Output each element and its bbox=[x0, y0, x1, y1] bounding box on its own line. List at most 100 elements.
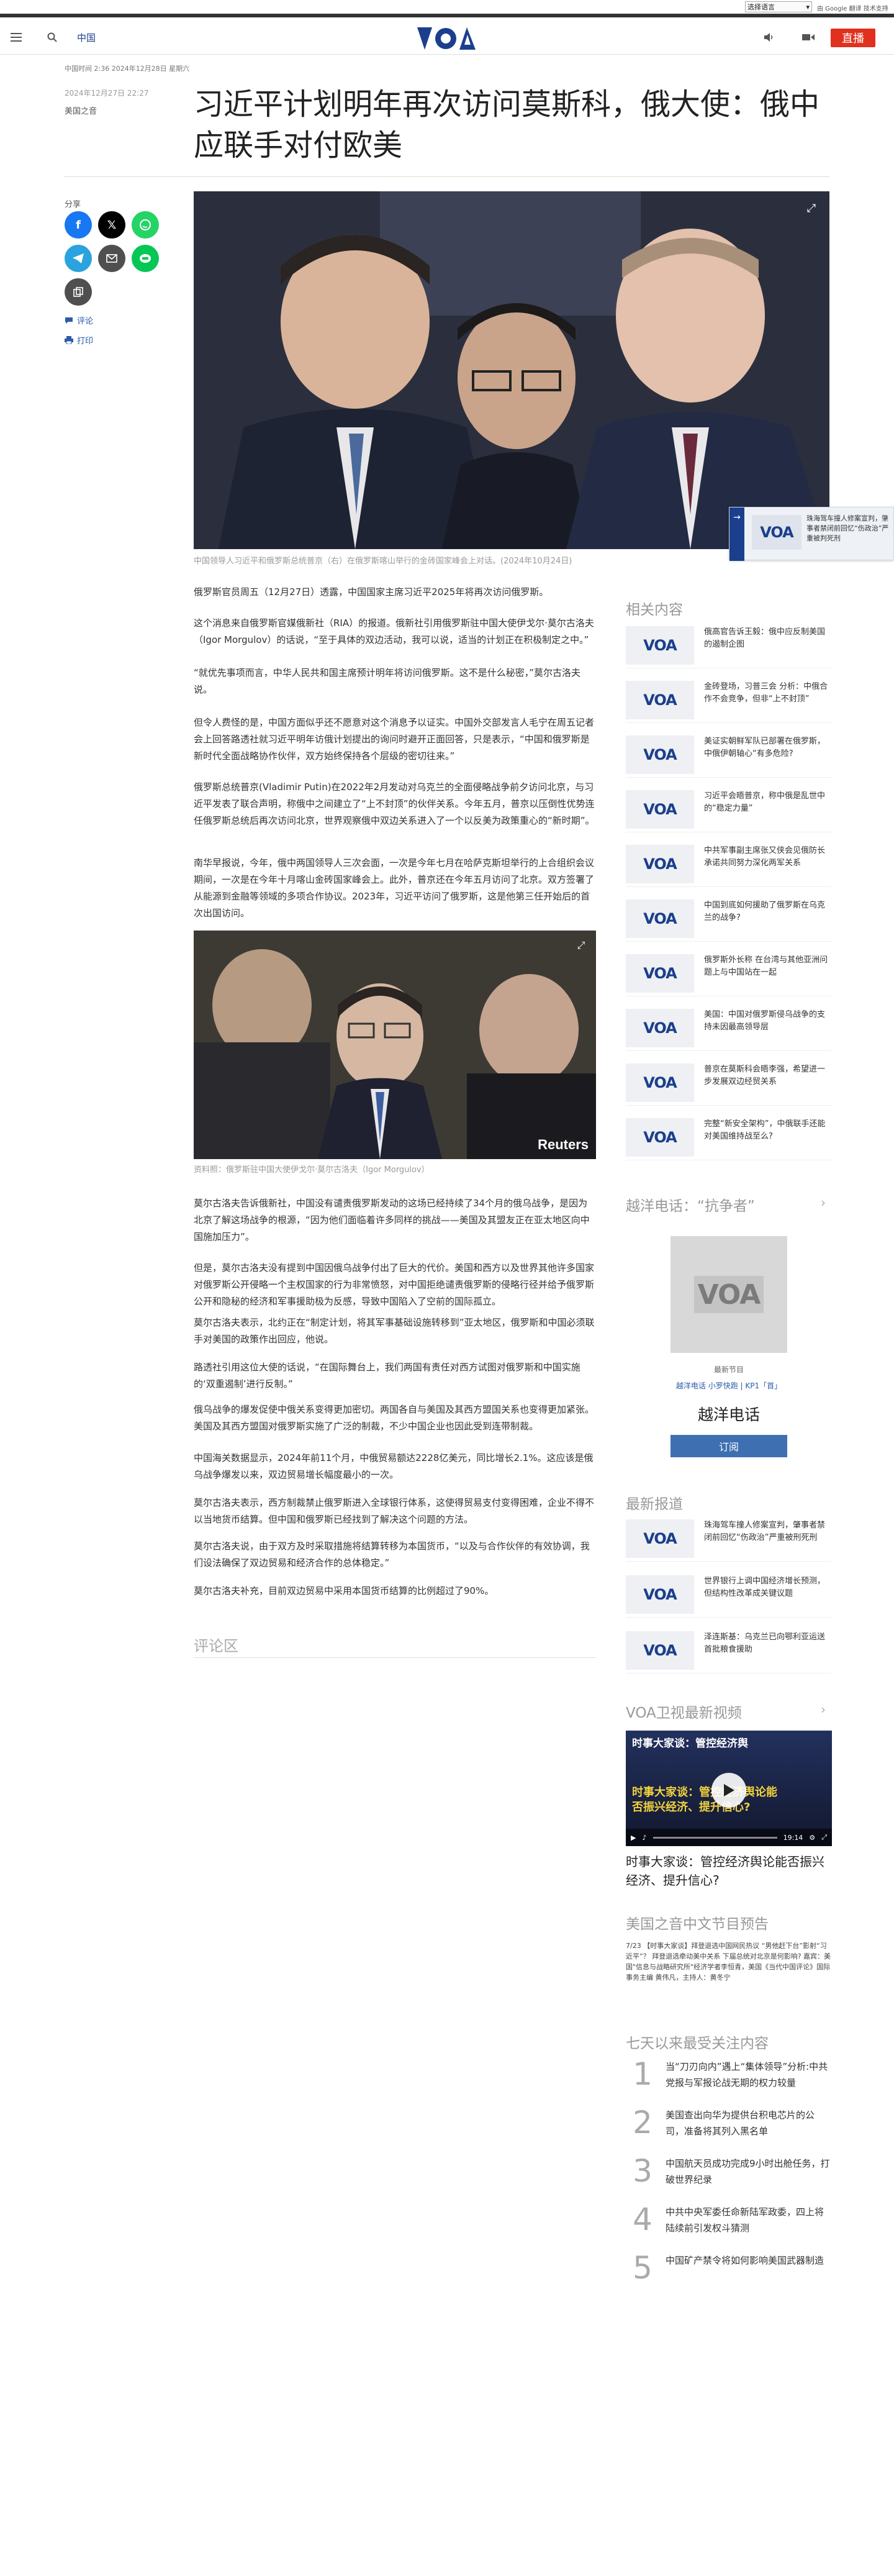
related-thumb: VOA bbox=[626, 1063, 694, 1102]
site-header: 中国 直播 bbox=[0, 21, 894, 55]
radio-heading[interactable]: 越洋电话：“抗争者” bbox=[626, 1194, 755, 1215]
chevron-right-icon[interactable]: › bbox=[821, 1702, 826, 1717]
related-item[interactable]: VOA 习近平会晤普京，称中俄是乱世中的“稳定力量” bbox=[626, 786, 832, 832]
related-item[interactable]: VOA 完整“新安全架构”，中俄联手还能对美国维持战至么? bbox=[626, 1114, 832, 1160]
expand-arrow-icon[interactable]: → bbox=[729, 507, 744, 561]
article-paragraph: 路透社引用这位大使的话说，“在国际舞台上，我们两国有责任对西方试图对俄罗斯和中国… bbox=[194, 1362, 580, 1390]
article-paragraph: 莫尔古洛夫补充，目前双边贸易中采用本国货币结算的比例超过了90%。 bbox=[194, 1585, 494, 1596]
voa-logo-thumb: VOA bbox=[643, 855, 677, 873]
latest-item[interactable]: VOA 珠海驾车撞人修案宣判，肇事者禁闭前回忆“伤政治”严重被刑死刑 bbox=[626, 1516, 832, 1562]
related-title: 俄罗斯外长称 在台湾与其他亚洲问题上与中国站在一起 bbox=[704, 955, 828, 977]
print-label: 打印 bbox=[77, 337, 94, 346]
fullscreen-icon[interactable]: ⤢ bbox=[821, 1833, 827, 1842]
radio-title: 越洋电话 bbox=[697, 1406, 760, 1424]
whatsapp-share-button[interactable] bbox=[132, 211, 159, 239]
article-paragraph: 但令人费怪的是，中国方面似乎还不愿意对这个消息予以证实。中国外交部发言人毛宁在周… bbox=[194, 717, 595, 762]
volume-icon[interactable]: ♪ bbox=[642, 1834, 646, 1842]
voa-logo[interactable] bbox=[416, 26, 478, 51]
popular-item-title[interactable]: 中共中央军委任命新陆军政委，四上将陆续前引发权斗猜测 bbox=[666, 2204, 832, 2236]
comment-link[interactable]: 评论 bbox=[65, 314, 93, 326]
related-thumb: VOA bbox=[626, 899, 694, 938]
live-button[interactable]: 直播 bbox=[831, 29, 875, 47]
related-thumb: VOA bbox=[626, 954, 694, 993]
author[interactable]: 美国之音 bbox=[65, 104, 97, 116]
popular-rank: 4 bbox=[633, 2201, 652, 2237]
voa-logo-thumb: VOA bbox=[643, 965, 677, 982]
email-share-button[interactable] bbox=[98, 245, 125, 272]
fullscreen-icon[interactable]: ⤢ bbox=[575, 939, 587, 952]
reuters-watermark: Reuters bbox=[538, 1137, 589, 1152]
line-share-button[interactable] bbox=[132, 245, 159, 272]
article-paragraph: 俄乌战争的爆发促使中俄关系变得更加密切。两国各自与美国及其西方盟国关系也变得更加… bbox=[194, 1404, 595, 1432]
related-item[interactable]: VOA 普京在莫斯科会晤李强，希望进一步发展双边经贸关系 bbox=[626, 1060, 832, 1106]
article-paragraph: 但是，莫尔古洛夫没有提到中国因俄乌战争付出了巨大的代价。美国和西方以及世界其他许… bbox=[194, 1262, 595, 1307]
voa-logo-thumb: VOA bbox=[643, 637, 677, 654]
page-title: 习近平计划明年再次访问莫斯科，俄大使：俄中应联手对付欧美 bbox=[194, 87, 820, 163]
video-progress-bar[interactable] bbox=[652, 1836, 777, 1839]
related-item[interactable]: VOA 美证实朝鲜军队已部署在俄罗斯，中俄伊朝轴心“有多危险? bbox=[626, 732, 832, 778]
hero-photo: ⤢ bbox=[194, 191, 829, 549]
video-player[interactable]: 时事大家谈：管控经济舆论能否振兴经济、提升信心? 时事大家谈：管控经济舆论能否振… bbox=[626, 1731, 832, 1846]
video-time: 19:14 bbox=[783, 1833, 803, 1842]
floating-news-card[interactable]: → VOA 珠海驾车撞人修案宣判，肇事者禁闭前回忆“伤政治”严重被判死刑 bbox=[729, 507, 894, 561]
popular-item-title[interactable]: 中国矿产禁令将如何影响美国武器制造 bbox=[666, 2252, 832, 2269]
play-icon bbox=[724, 1784, 734, 1796]
x-share-button[interactable]: 𝕏 bbox=[98, 211, 125, 239]
related-item[interactable]: VOA 俄高官告诉王毅：俄中应反制美国的遏制企图 bbox=[626, 622, 832, 668]
speaker-icon[interactable] bbox=[761, 30, 776, 45]
chevron-right-icon[interactable]: › bbox=[821, 1195, 826, 1210]
facebook-share-button[interactable]: f bbox=[65, 211, 92, 239]
search-icon[interactable] bbox=[45, 30, 60, 45]
latest-heading: 最新报道 bbox=[626, 1496, 683, 1513]
comment-label: 评论 bbox=[77, 317, 94, 326]
related-item[interactable]: VOA 美国：中国对俄罗斯侵乌战争的支持未因最高领导层 bbox=[626, 1005, 832, 1051]
whatsapp-icon bbox=[140, 219, 151, 230]
morgulov-photo: ⤢ Reuters bbox=[194, 931, 596, 1159]
mail-icon bbox=[106, 254, 117, 263]
menu-icon[interactable] bbox=[9, 30, 24, 45]
telegram-share-button[interactable] bbox=[65, 245, 92, 272]
article-paragraph: 莫尔古洛夫说，由于双方及时采取措施将结算转移为本国货币，“以及与合作伙伴的有效协… bbox=[194, 1541, 590, 1568]
voa-logo-thumb: VOA bbox=[643, 1642, 677, 1659]
settings-icon[interactable]: ⚙ bbox=[809, 1834, 815, 1842]
video-controls: ▶ ♪ 19:14 ⚙ ⤢ bbox=[626, 1829, 832, 1846]
play-button[interactable] bbox=[711, 1773, 746, 1808]
related-title: 中共军事副主席张又侠会见俄防长 承诺共同努力深化两军关系 bbox=[704, 846, 826, 868]
voa-logo-thumb: VOA bbox=[643, 746, 677, 763]
popular-item-title[interactable]: 中国航天员成功完成9小时出舱任务，打破世界纪录 bbox=[666, 2155, 832, 2188]
related-item[interactable]: VOA 中共军事副主席张又侠会见俄防长 承诺共同努力深化两军关系 bbox=[626, 841, 832, 887]
play-small-icon[interactable]: ▶ bbox=[631, 1834, 636, 1842]
popular-item-title[interactable]: 美国查出向华为提供台积电芯片的公司，准备将其列入黑名单 bbox=[666, 2107, 832, 2139]
video-caption[interactable]: 时事大家谈：管控经济舆论能否振兴经济、提升信心? bbox=[626, 1852, 832, 1890]
video-camera-icon[interactable] bbox=[801, 30, 816, 45]
video-heading[interactable]: VOA卫视最新视频 bbox=[626, 1701, 742, 1722]
radio-latest-label: 最新节目 bbox=[713, 1365, 744, 1374]
article-paragraph: 莫尔古洛夫表示，北约正在“制定计划，将其军事基础设施转移到”亚太地区，俄罗斯和中… bbox=[194, 1317, 595, 1345]
voa-logo-cover: VOA bbox=[697, 1278, 761, 1311]
related-thumb: VOA bbox=[626, 1118, 694, 1157]
latest-title: 泽连斯基：乌克兰已向鄂利亚运送首批粮食援助 bbox=[704, 1632, 826, 1654]
related-item[interactable]: VOA 中国到底如何援助了俄罗斯在乌克兰的战争? bbox=[626, 896, 832, 942]
digest-text: 7/23 【时事大家谈】拜登退选中国网民热议 “男他赶下台”影射“习近平”？ 拜… bbox=[626, 1942, 831, 1982]
latest-item[interactable]: VOA 世界银行上调中国经济增长预测，但结构性改革成关键议题 bbox=[626, 1572, 832, 1618]
latest-item[interactable]: VOA 泽连斯基：乌克兰已向鄂利亚运送首批粮食援助 bbox=[626, 1627, 832, 1673]
related-item[interactable]: VOA 金砖登场，习普三会 分析：中俄合作不会竞争，但非“上不封顶” bbox=[626, 677, 832, 723]
radio-cover[interactable]: VOA bbox=[670, 1236, 787, 1353]
x-icon: 𝕏 bbox=[107, 218, 117, 232]
site-section-link[interactable]: 中国 bbox=[77, 31, 96, 44]
copy-link-button[interactable] bbox=[65, 278, 92, 306]
popular-item-title[interactable]: 当“刀刃向内”遇上“集体领导”分析:中共党报与军报论战无期的权力较量 bbox=[666, 2059, 832, 2091]
article-paragraph: 莫尔古洛夫表示，西方制裁禁止俄罗斯进入全球银行体系，这使得贸易支付变得困难，企业… bbox=[194, 1497, 595, 1525]
photo2-caption: 资料照：俄罗斯驻中国大使伊戈尔·莫尔古洛夫（Igor Morgulov） bbox=[194, 1165, 430, 1175]
digest-heading: 美国之音中文节目预告 bbox=[626, 1916, 769, 1932]
radio-links[interactable]: 越洋电话 小罗快跑 | KP1「首」 bbox=[626, 1380, 832, 1391]
related-title: 中国到底如何援助了俄罗斯在乌克兰的战争? bbox=[704, 901, 826, 922]
related-item[interactable]: VOA 俄罗斯外长称 在台湾与其他亚洲问题上与中国站在一起 bbox=[626, 950, 832, 996]
video-thumb-title: 时事大家谈：管控经济舆论能否振兴经济、提升信心? bbox=[632, 1737, 748, 1750]
voa-logo-thumb: VOA bbox=[643, 910, 677, 927]
print-link[interactable]: 打印 bbox=[65, 334, 93, 346]
fullscreen-icon[interactable]: ⤢ bbox=[805, 201, 818, 215]
language-select[interactable]: 选择语言 ▾ bbox=[745, 1, 812, 12]
subscribe-button[interactable]: 订阅 bbox=[670, 1435, 787, 1457]
popular-rank: 1 bbox=[633, 2056, 652, 2092]
